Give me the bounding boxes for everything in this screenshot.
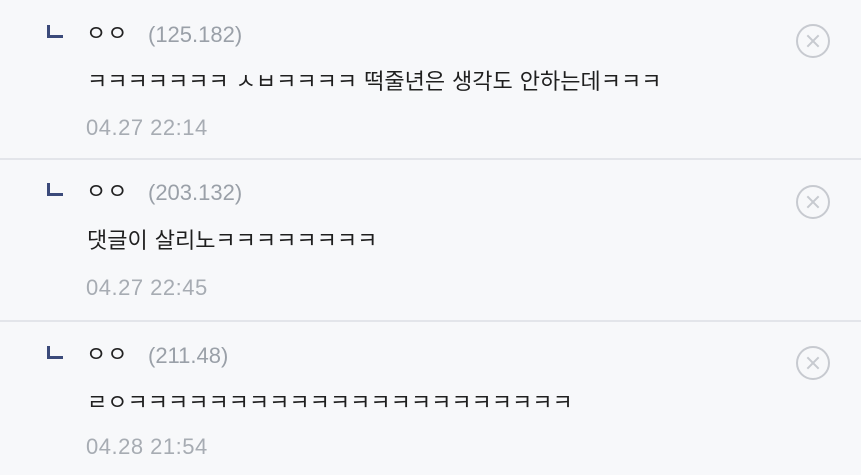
reply-item: ㅇㅇ (203.132) 댓글이 살리노ㅋㅋㅋㅋㅋㅋㅋㅋ 04.27 22:45 [0,160,861,322]
reply-datetime: 04.27 22:45 [86,275,208,300]
reply-text: ㅋㅋㅋㅋㅋㅋㅋ ㅅㅂㅋㅋㅋㅋ 떡줄년은 생각도 안하는데ㅋㅋㅋ [87,70,662,95]
delete-reply-button[interactable] [796,346,830,380]
reply-nickname[interactable]: ㅇㅇ [86,180,128,206]
reply-arrow-icon [47,183,63,196]
reply-arrow-icon [47,346,63,359]
delete-reply-button[interactable] [796,185,830,219]
reply-text: ㄹㅇㅋㅋㅋㅋㅋㅋㅋㅋㅋㅋㅋㅋㅋㅋㅋㅋㅋㅋㅋㅋㅋㅋ [87,391,573,416]
reply-ip: (211.48) [148,343,229,368]
reply-list: ㅇㅇ (125.182) ㅋㅋㅋㅋㅋㅋㅋ ㅅㅂㅋㅋㅋㅋ 떡줄년은 생각도 안하는… [0,0,861,475]
reply-ip: (203.132) [148,180,243,205]
reply-text: 댓글이 살리노ㅋㅋㅋㅋㅋㅋㅋㅋ [87,229,378,254]
delete-reply-button[interactable] [796,24,830,58]
reply-ip: (125.182) [148,22,243,47]
reply-arrow-icon [47,25,63,38]
reply-datetime: 04.28 21:54 [86,434,208,459]
reply-datetime: 04.27 22:14 [86,115,208,140]
reply-item: ㅇㅇ (125.182) ㅋㅋㅋㅋㅋㅋㅋ ㅅㅂㅋㅋㅋㅋ 떡줄년은 생각도 안하는… [0,0,861,160]
reply-nickname[interactable]: ㅇㅇ [86,343,128,369]
reply-item: ㅇㅇ (211.48) ㄹㅇㅋㅋㅋㅋㅋㅋㅋㅋㅋㅋㅋㅋㅋㅋㅋㅋㅋㅋㅋㅋㅋㅋ 04.… [0,322,861,475]
reply-nickname[interactable]: ㅇㅇ [86,22,128,48]
